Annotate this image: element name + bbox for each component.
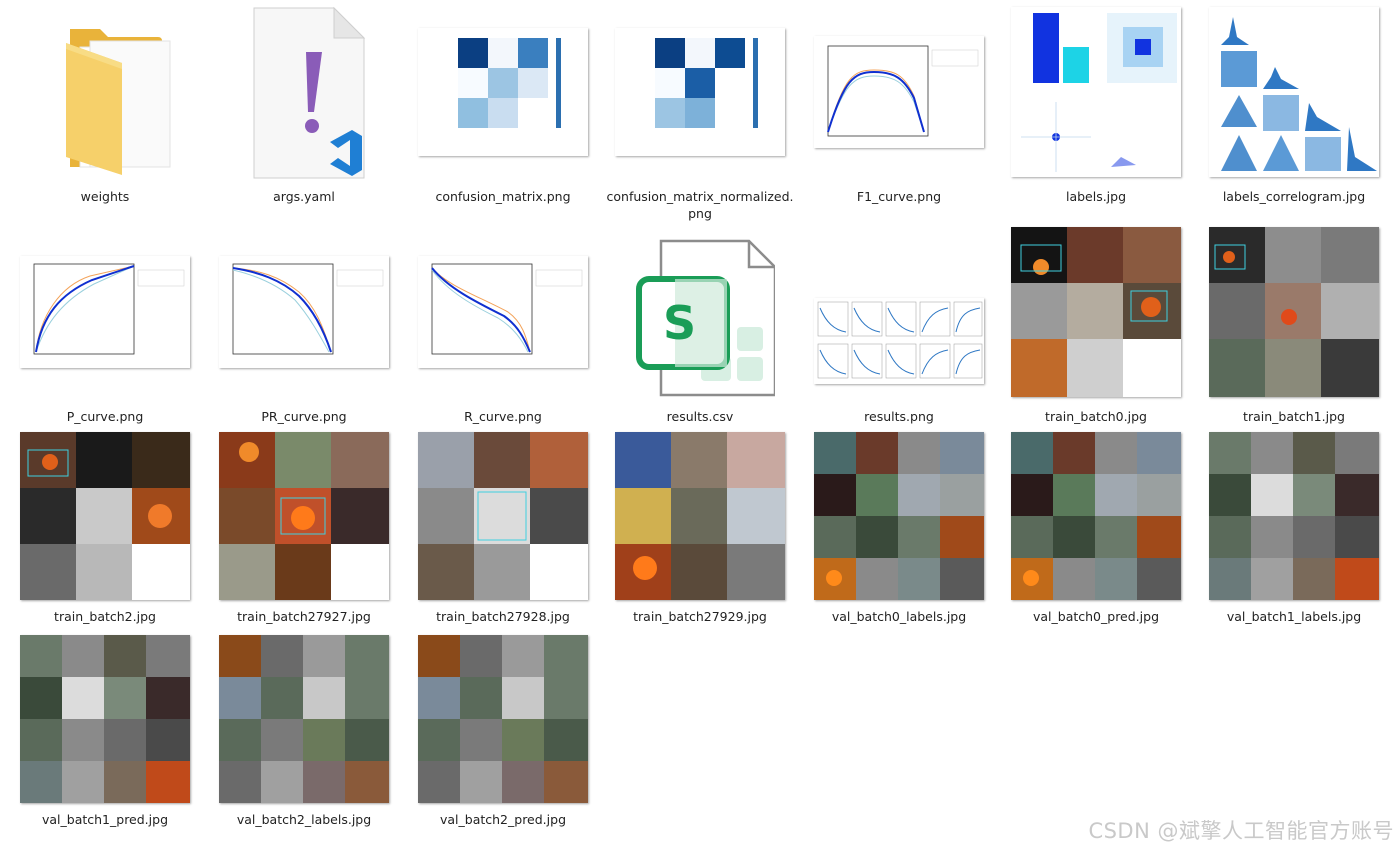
file-label: train_batch27928.jpg (436, 609, 570, 624)
file-label: results.png (864, 409, 934, 424)
file-label: confusion_matrix.png (435, 189, 571, 204)
f1-curve-thumbnail (804, 2, 994, 182)
file-label: val_batch2_labels.jpg (236, 812, 372, 827)
p-curve-thumbnail (10, 222, 200, 402)
file-label: train_batch27929.jpg (633, 609, 767, 624)
confusion-matrix-thumbnail (408, 2, 598, 182)
labels-correlogram-thumbnail (1199, 2, 1389, 182)
labels-thumbnail (1001, 2, 1191, 182)
mosaic-thumbnail (1001, 430, 1191, 602)
mosaic-thumbnail (804, 430, 994, 602)
mosaic-thumbnail (408, 430, 598, 602)
file-label: val_batch1_labels.jpg (1226, 609, 1362, 624)
svg-text:S: S (663, 296, 696, 350)
mosaic-thumbnail (1199, 222, 1389, 402)
results-thumbnail (804, 222, 994, 402)
mosaic-thumbnail (1001, 222, 1191, 402)
file-label: weights (80, 189, 130, 204)
folder-icon (10, 2, 200, 182)
mosaic-thumbnail (209, 633, 399, 805)
r-curve-thumbnail (408, 222, 598, 402)
file-label: labels_correlogram.jpg (1222, 189, 1366, 204)
spreadsheet-file-icon: S (605, 222, 795, 402)
file-label: args.yaml (273, 189, 335, 204)
mosaic-thumbnail (10, 430, 200, 602)
yaml-file-icon (209, 2, 399, 182)
file-label: P_curve.png (66, 409, 144, 424)
file-label: val_batch0_pred.jpg (1032, 609, 1159, 624)
mosaic-thumbnail (209, 430, 399, 602)
file-label: train_batch27927.jpg (237, 609, 371, 624)
mosaic-thumbnail (10, 633, 200, 805)
file-label: labels.jpg (1065, 189, 1127, 204)
pr-curve-thumbnail (209, 222, 399, 402)
file-label: R_curve.png (464, 409, 542, 424)
watermark: CSDN @斌擎人工智能官方账号 (1088, 819, 1394, 843)
file-label: confusion_matrix_normalized.png (606, 189, 794, 221)
file-label: val_batch1_pred.jpg (41, 812, 168, 827)
mosaic-thumbnail (1199, 430, 1389, 602)
file-label: PR_curve.png (261, 409, 347, 424)
file-label: train_batch0.jpg (1045, 409, 1147, 424)
mosaic-thumbnail (408, 633, 598, 805)
file-label: val_batch2_pred.jpg (439, 812, 566, 827)
mosaic-thumbnail (605, 430, 795, 602)
file-label: val_batch0_labels.jpg (831, 609, 967, 624)
file-label: train_batch1.jpg (1243, 409, 1345, 424)
file-label: F1_curve.png (856, 189, 942, 204)
file-label: train_batch2.jpg (54, 609, 156, 624)
confusion-matrix-normalized-thumbnail (605, 2, 795, 182)
file-label: results.csv (666, 409, 734, 424)
